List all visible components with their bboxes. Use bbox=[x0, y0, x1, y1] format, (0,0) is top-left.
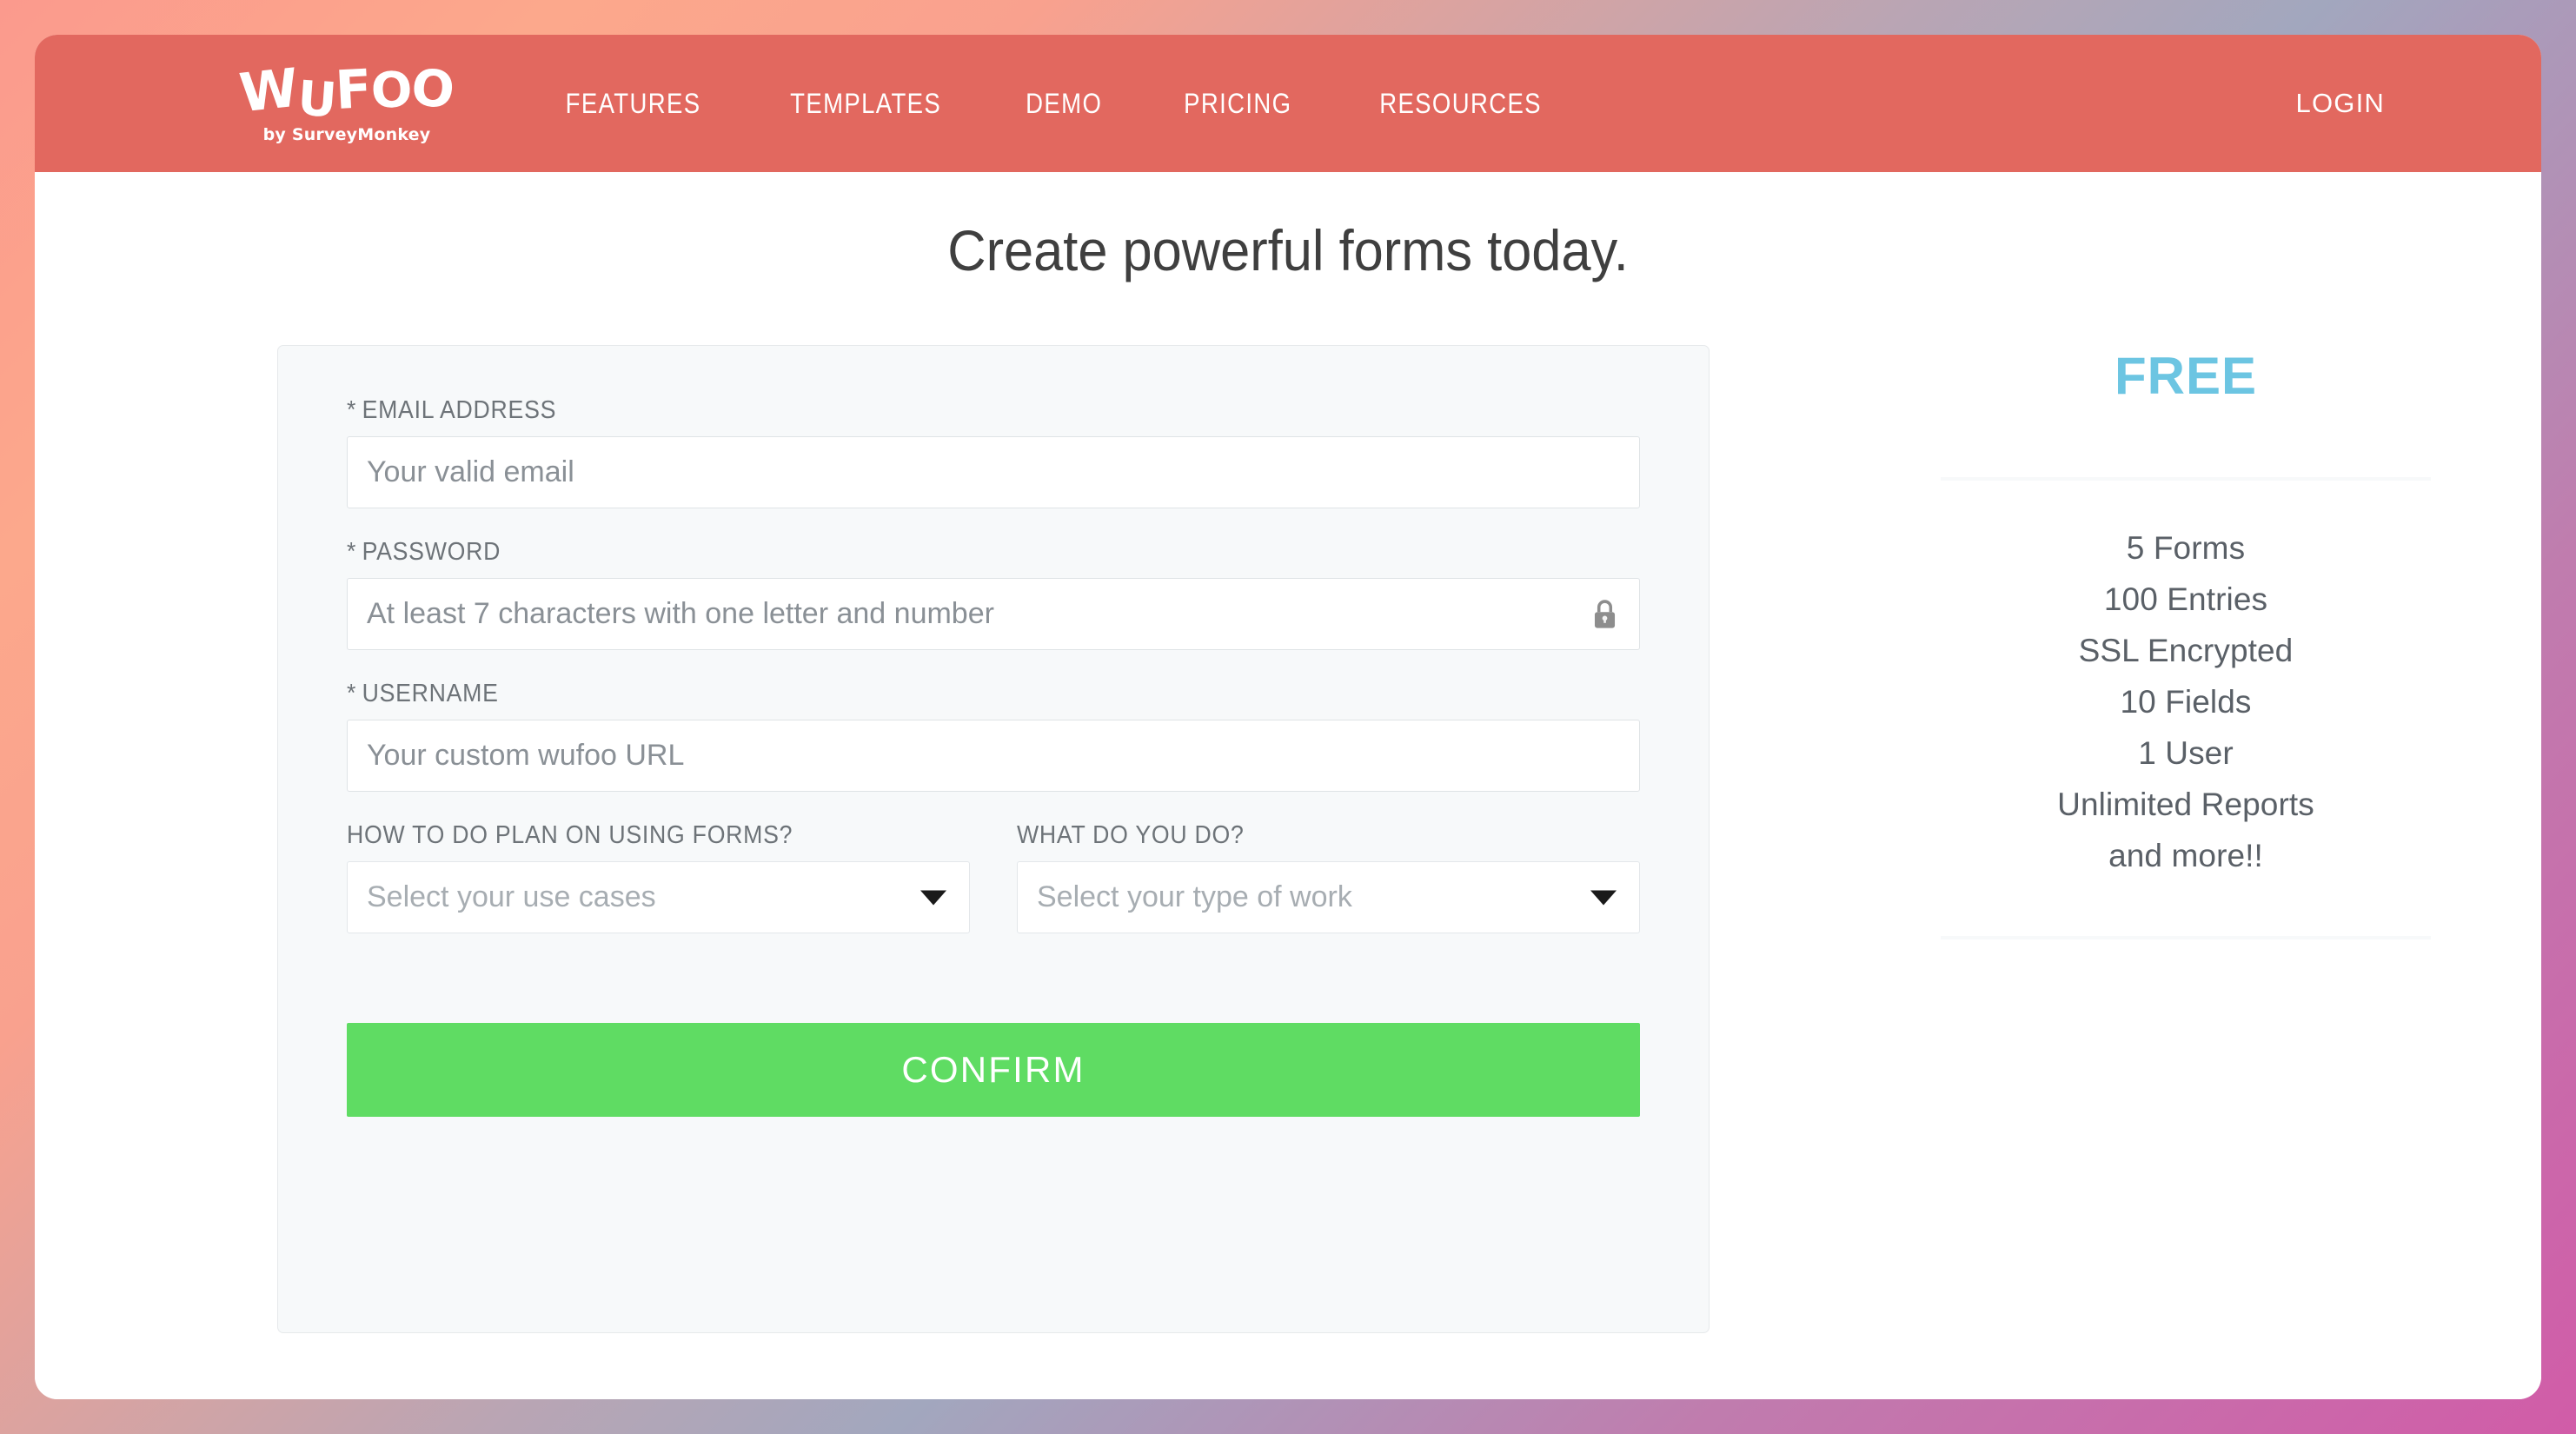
content-row: *EMAIL ADDRESS *PASSWORD bbox=[35, 345, 2541, 1333]
nav-item-demo[interactable]: DEMO bbox=[998, 88, 1131, 120]
plan-feature: 10 Fields bbox=[2120, 684, 2252, 720]
chevron-down-icon bbox=[1590, 890, 1617, 905]
work-type-select-value: Select your type of work bbox=[1037, 880, 1352, 913]
page-title: Create powerful forms today. bbox=[947, 218, 1629, 282]
logo-letter-o1: O bbox=[369, 62, 413, 120]
plan-feature: 5 Forms bbox=[2126, 530, 2246, 566]
confirm-button[interactable]: CONFIRM bbox=[347, 1023, 1640, 1117]
work-type-field-group: WHAT DO YOU DO? Select your type of work bbox=[1017, 821, 1640, 933]
email-input-wrap bbox=[347, 436, 1640, 508]
username-input-wrap bbox=[347, 720, 1640, 792]
wufoo-logo[interactable]: WUFOO by SurveyMonkey bbox=[236, 57, 456, 144]
plan-feature-list: 5 Forms 100 Entries SSL Encrypted 10 Fie… bbox=[1908, 522, 2464, 881]
plan-name: FREE bbox=[2114, 347, 2258, 405]
plan-feature: 100 Entries bbox=[2103, 581, 2268, 617]
logo-letter-u: U bbox=[295, 70, 338, 129]
logo-letter-w: W bbox=[236, 56, 301, 125]
nav-item-features[interactable]: FEATURES bbox=[537, 88, 729, 120]
username-label: * USERNAME bbox=[347, 680, 1537, 708]
password-label-text: PASSWORD bbox=[362, 538, 501, 566]
plan-divider-top bbox=[1941, 477, 2431, 481]
email-field-group: * EMAIL ADDRESS bbox=[347, 396, 1640, 508]
use-case-select-value: Select your use cases bbox=[367, 880, 656, 913]
password-input[interactable] bbox=[347, 578, 1640, 650]
plan-feature: SSL Encrypted bbox=[2078, 633, 2294, 668]
password-field-group: * PASSWORD bbox=[347, 538, 1640, 650]
logo-letter-o2: O bbox=[409, 57, 457, 120]
plan-feature: 1 User bbox=[2138, 735, 2234, 771]
email-label-text: EMAIL ADDRESS bbox=[362, 396, 557, 424]
signup-form: *EMAIL ADDRESS *PASSWORD bbox=[277, 345, 1710, 1333]
logo-wordmark: WUFOO bbox=[236, 57, 456, 129]
use-case-field-group: HOW TO DO PLAN ON USING FORMS? Select yo… bbox=[347, 821, 970, 933]
username-field-group: * USERNAME bbox=[347, 680, 1640, 792]
plan-divider-bottom bbox=[1941, 936, 2431, 939]
logo-letter-f: F bbox=[334, 57, 373, 123]
password-label: * PASSWORD bbox=[347, 538, 1537, 567]
lock-icon bbox=[1590, 598, 1619, 631]
logo-subtitle: by SurveyMonkey bbox=[262, 125, 431, 144]
username-input[interactable] bbox=[347, 720, 1640, 792]
required-marker: * bbox=[347, 396, 357, 424]
nav-item-pricing[interactable]: PRICING bbox=[1155, 88, 1320, 120]
app-window: WUFOO by SurveyMonkey FEATURES TEMPLATES… bbox=[35, 35, 2541, 1399]
chevron-down-icon bbox=[920, 890, 946, 905]
required-marker: * bbox=[347, 538, 357, 566]
required-marker: * bbox=[347, 680, 357, 707]
plan-feature: Unlimited Reports bbox=[2057, 787, 2314, 822]
plan-feature: and more!! bbox=[2108, 838, 2263, 873]
email-label: * EMAIL ADDRESS bbox=[347, 396, 1537, 425]
password-input-wrap bbox=[347, 578, 1640, 650]
site-header: WUFOO by SurveyMonkey FEATURES TEMPLATES… bbox=[35, 35, 2541, 172]
nav-item-templates[interactable]: TEMPLATES bbox=[762, 88, 970, 120]
main-navigation: FEATURES TEMPLATES DEMO PRICING RESOURCE… bbox=[521, 88, 1588, 120]
email-input[interactable] bbox=[347, 436, 1640, 508]
free-plan-panel: FREE 5 Forms 100 Entries SSL Encrypted 1… bbox=[1908, 345, 2464, 939]
nav-item-resources[interactable]: RESOURCES bbox=[1351, 88, 1570, 120]
work-type-select[interactable]: Select your type of work bbox=[1017, 861, 1640, 933]
username-label-text: USERNAME bbox=[362, 680, 499, 707]
use-case-select[interactable]: Select your use cases bbox=[347, 861, 970, 933]
select-row: HOW TO DO PLAN ON USING FORMS? Select yo… bbox=[347, 821, 1640, 933]
use-case-label: HOW TO DO PLAN ON USING FORMS? bbox=[347, 821, 793, 849]
page-body: Create powerful forms today. * EMAIL ADDR… bbox=[35, 172, 2541, 1399]
login-link[interactable]: LOGIN bbox=[2296, 88, 2385, 119]
work-type-label: WHAT DO YOU DO? bbox=[1017, 821, 1245, 849]
